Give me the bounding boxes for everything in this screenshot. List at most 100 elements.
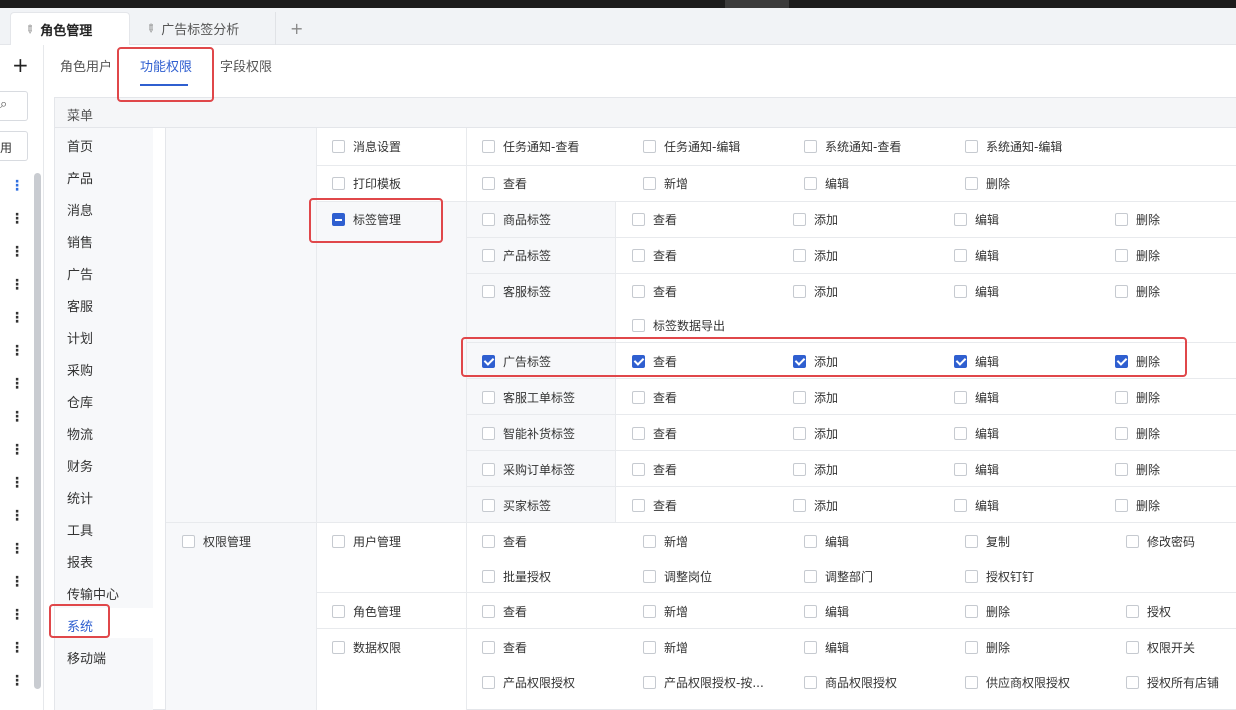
perm-po-tag[interactable]: 采购订单标签 [482, 460, 575, 478]
perm-action[interactable]: 添加 [793, 496, 838, 514]
perm-action[interactable]: 商品权限授权 [804, 673, 897, 691]
perm-action[interactable]: 删除 [965, 174, 1010, 192]
more-icon[interactable]: ⋮ [10, 509, 24, 523]
add-tab-button[interactable]: + [290, 19, 303, 38]
checkbox-indeterminate[interactable] [332, 212, 345, 226]
more-icon[interactable]: ⋮ [10, 377, 24, 391]
perm-action[interactable]: 任务通知-编辑 [643, 137, 740, 155]
perm-action[interactable]: 删除 [1115, 388, 1160, 406]
perm-action[interactable]: 查看 [632, 424, 677, 442]
perm-action[interactable]: 添加 [793, 460, 838, 478]
add-button[interactable]: + [12, 53, 29, 77]
perm-action[interactable]: 调整部门 [804, 567, 873, 585]
more-icon[interactable]: ⋮ [10, 575, 24, 589]
more-icon[interactable]: ⋮ [10, 179, 24, 193]
perm-action[interactable]: 编辑 [954, 424, 999, 442]
perm-buyer-tag[interactable]: 买家标签 [482, 496, 551, 514]
perm-action[interactable]: 授权 [1126, 602, 1171, 620]
more-icon[interactable]: ⋮ [10, 311, 24, 325]
perm-item-tag[interactable]: 产品标签 [482, 246, 551, 264]
more-icon[interactable]: ⋮ [10, 344, 24, 358]
perm-action[interactable]: 添加 [793, 424, 838, 442]
tab-role-management[interactable]: ✎ 角色管理 [10, 12, 130, 45]
perm-action[interactable]: 查看 [632, 210, 677, 228]
perm-action[interactable]: 批量授权 [482, 567, 551, 585]
perm-auth-management[interactable]: 权限管理 [182, 532, 251, 550]
tab-ad-tag-analysis[interactable]: ✎ 广告标签分析 [132, 12, 276, 45]
perm-action[interactable]: 编辑 [804, 174, 849, 192]
perm-action[interactable]: 删除 [1115, 496, 1160, 514]
menu-item-finance[interactable]: 财务 [67, 456, 93, 475]
perm-action[interactable]: 编辑 [954, 210, 999, 228]
perm-action[interactable]: 新增 [643, 174, 688, 192]
more-icon[interactable]: ⋮ [10, 443, 24, 457]
menu-item-transfer[interactable]: 传输中心 [67, 584, 119, 603]
perm-action[interactable]: 新增 [643, 602, 688, 620]
perm-action[interactable]: 编辑 [804, 638, 849, 656]
perm-action[interactable]: 产品权限授权 [482, 673, 575, 691]
perm-action[interactable]: 系统通知-编辑 [965, 137, 1062, 155]
more-icon[interactable]: ⋮ [10, 245, 24, 259]
perm-action[interactable]: 添加 [793, 210, 838, 228]
menu-item-reports[interactable]: 报表 [67, 552, 93, 571]
perm-action[interactable]: 查看 [482, 638, 527, 656]
perm-action[interactable]: 删除 [1115, 282, 1160, 300]
perm-action[interactable]: 查看 [632, 352, 677, 370]
perm-action[interactable]: 编辑 [804, 532, 849, 550]
perm-action[interactable]: 删除 [1115, 424, 1160, 442]
perm-action[interactable]: 查看 [632, 460, 677, 478]
menu-item-mobile[interactable]: 移动端 [67, 648, 106, 667]
subtab-function-permissions[interactable]: 功能权限 [140, 56, 192, 75]
menu-item-system[interactable]: 系统 [67, 616, 93, 635]
perm-action[interactable]: 编辑 [954, 282, 999, 300]
more-icon[interactable]: ⋮ [10, 641, 24, 655]
perm-tag-management[interactable]: 标签管理 [332, 210, 401, 228]
perm-action[interactable]: 查看 [632, 388, 677, 406]
perm-role-management[interactable]: 角色管理 [332, 602, 401, 620]
perm-action[interactable]: 修改密码 [1126, 532, 1195, 550]
perm-action[interactable]: 查看 [632, 246, 677, 264]
more-icon[interactable]: ⋮ [10, 608, 24, 622]
perm-action[interactable]: 删除 [965, 638, 1010, 656]
menu-item-stats[interactable]: 统计 [67, 488, 93, 507]
more-icon[interactable]: ⋮ [10, 674, 24, 688]
perm-action[interactable]: 删除 [1115, 246, 1160, 264]
menu-item-plan[interactable]: 计划 [67, 328, 93, 347]
more-icon[interactable]: ⋮ [10, 476, 24, 490]
menu-item-sales[interactable]: 销售 [67, 232, 93, 251]
menu-item-message[interactable]: 消息 [67, 200, 93, 219]
perm-msg-settings[interactable]: 消息设置 [332, 137, 401, 155]
menu-item-tools[interactable]: 工具 [67, 520, 93, 539]
perm-data-permission[interactable]: 数据权限 [332, 638, 401, 656]
menu-item-purchase[interactable]: 采购 [67, 360, 93, 379]
more-icon[interactable]: ⋮ [10, 410, 24, 424]
perm-action[interactable]: 编辑 [954, 460, 999, 478]
perm-action[interactable]: 任务通知-查看 [482, 137, 579, 155]
perm-action[interactable]: 产品权限授权-按... [643, 673, 764, 691]
perm-action[interactable]: 编辑 [804, 602, 849, 620]
more-icon[interactable]: ⋮ [10, 212, 24, 226]
perm-action[interactable]: 编辑 [954, 246, 999, 264]
perm-action[interactable]: 编辑 [954, 496, 999, 514]
perm-action[interactable]: 查看 [482, 602, 527, 620]
perm-action[interactable]: 授权所有店铺 [1126, 673, 1219, 691]
perm-action[interactable]: 编辑 [954, 352, 999, 370]
more-icon[interactable]: ⋮ [10, 542, 24, 556]
perm-action[interactable]: 授权钉钉 [965, 567, 1034, 585]
scrollbar[interactable] [34, 173, 41, 689]
search-button[interactable]: ⌕ [0, 91, 28, 121]
perm-print-template[interactable]: 打印模板 [332, 174, 401, 192]
menu-item-ads[interactable]: 广告 [67, 264, 93, 283]
menu-item-service[interactable]: 客服 [67, 296, 93, 315]
pin-icon[interactable]: ✎ [143, 21, 159, 37]
perm-ticket-tag[interactable]: 客服工单标签 [482, 388, 575, 406]
perm-action[interactable]: 添加 [793, 282, 838, 300]
checkbox[interactable] [332, 139, 345, 153]
subtab-role-users[interactable]: 角色用户 [60, 56, 112, 75]
perm-action[interactable]: 查看 [482, 174, 527, 192]
perm-action[interactable]: 权限开关 [1126, 638, 1195, 656]
perm-action[interactable]: 添加 [793, 246, 838, 264]
more-icon[interactable]: ⋮ [10, 278, 24, 292]
perm-action[interactable]: 系统通知-查看 [804, 137, 901, 155]
perm-replenish-tag[interactable]: 智能补货标签 [482, 424, 575, 442]
